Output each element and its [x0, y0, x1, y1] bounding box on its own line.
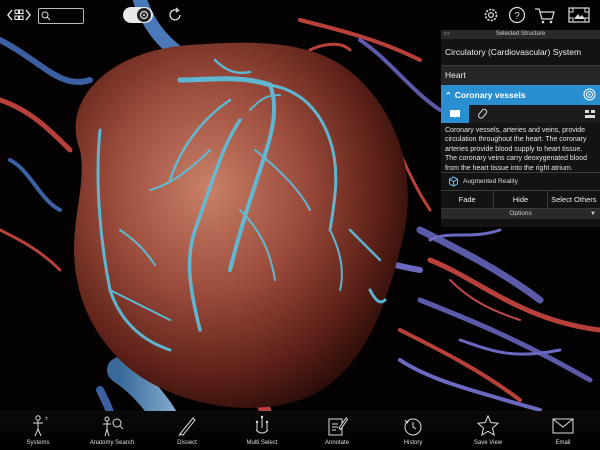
ar-icon	[449, 176, 458, 187]
book-icon	[450, 110, 460, 118]
anatomy-search-label: Anatomy Search	[89, 440, 135, 446]
panel-header-label: Selected Structure	[495, 31, 546, 37]
annotate-button[interactable]: Annotate	[307, 411, 367, 450]
history-label: History	[403, 440, 423, 446]
grid-back-icon[interactable]	[6, 6, 32, 24]
search-input[interactable]	[53, 10, 81, 21]
bandage-icon	[478, 108, 488, 119]
selected-structure-name: Coronary vessels	[454, 90, 526, 100]
email-button[interactable]: Email	[533, 411, 593, 450]
svg-text:±: ±	[45, 416, 48, 422]
svg-text:?: ?	[514, 11, 520, 22]
email-icon	[552, 418, 574, 434]
tab-clinical[interactable]	[469, 105, 497, 123]
multi-select-button[interactable]: Multi Select	[232, 411, 292, 450]
view-toggle-icon[interactable]	[122, 5, 154, 25]
dissect-icon	[178, 417, 196, 437]
layout-icon	[585, 110, 595, 118]
screenshot-icon[interactable]	[566, 5, 592, 25]
structure-description: Coronary vessels, arteries and veins, pr…	[441, 123, 600, 173]
breadcrumb-organ[interactable]: Heart	[441, 66, 600, 85]
hide-button[interactable]: Hide	[494, 191, 548, 208]
annotate-label: Annotate	[324, 440, 350, 446]
chevron-down-icon: ▼	[590, 211, 596, 217]
settings-icon[interactable]	[481, 5, 501, 25]
fade-button[interactable]: Fade	[441, 191, 495, 208]
cart-icon[interactable]	[533, 5, 557, 25]
structure-actions: Fade Hide Select Others	[441, 191, 600, 209]
multi-select-icon	[255, 415, 269, 434]
save-view-icon	[476, 414, 500, 437]
multi-select-label: Multi Select	[246, 440, 278, 446]
systems-icon: ±	[33, 415, 48, 437]
select-others-button[interactable]: Select Others	[548, 191, 600, 208]
anatomy-search-button[interactable]: Anatomy Search	[82, 411, 142, 450]
help-icon[interactable]: ?	[507, 5, 527, 25]
panel-layout-toggle[interactable]	[580, 105, 600, 123]
dissect-label: Dissect	[177, 440, 197, 446]
augmented-reality-button[interactable]: Augmented Reality	[441, 173, 600, 191]
search-field[interactable]	[38, 8, 84, 24]
history-button[interactable]: History	[383, 411, 443, 450]
tab-description[interactable]	[441, 105, 469, 123]
options-button[interactable]: Options ▼	[441, 209, 600, 219]
isolate-target-icon[interactable]	[583, 88, 596, 101]
save-view-label: Save View	[473, 440, 503, 446]
dissect-button[interactable]: Dissect	[157, 411, 217, 450]
reset-rotate-icon[interactable]	[165, 5, 185, 25]
minimize-panel-icon[interactable]: ▭	[444, 30, 450, 39]
save-view-button[interactable]: Save View	[458, 411, 518, 450]
bottom-toolbar: ± Systems Anatomy Search Dissect Multi S…	[0, 411, 600, 450]
email-label: Email	[555, 440, 571, 446]
panel-header: ▭ Selected Structure	[441, 30, 600, 39]
augmented-reality-label: Augmented Reality	[463, 178, 518, 185]
options-label: Options	[509, 210, 532, 217]
history-icon	[404, 418, 422, 436]
anatomy-search-icon	[103, 416, 124, 437]
selected-structure-row[interactable]: ⌃ Coronary vessels	[441, 85, 600, 105]
annotate-icon	[328, 417, 349, 436]
systems-button[interactable]: ± Systems	[8, 411, 68, 450]
selected-structure-panel: ▭ Selected Structure Circulatory (Cardio…	[441, 30, 600, 227]
breadcrumb-system[interactable]: Circulatory (Cardiovascular) System	[441, 39, 600, 66]
chevron-up-icon: ⌃	[445, 91, 452, 100]
info-tabs	[441, 105, 600, 123]
search-icon	[41, 11, 51, 21]
top-toolbar: ?	[0, 0, 600, 32]
systems-label: Systems	[26, 440, 50, 446]
